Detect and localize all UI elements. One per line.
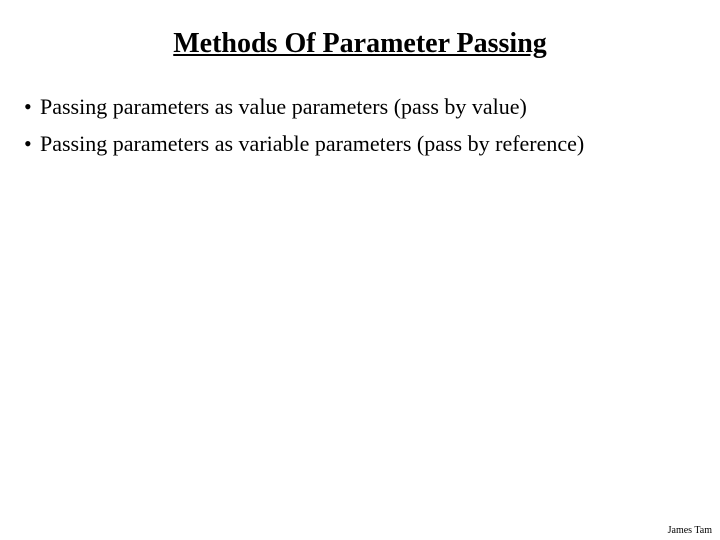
footer-author: James Tam [668,525,712,536]
slide-container: Methods Of Parameter Passing Passing par… [0,0,720,540]
list-item: Passing parameters as variable parameter… [20,127,700,160]
list-item: Passing parameters as value parameters (… [20,90,700,123]
bullet-list: Passing parameters as value parameters (… [20,90,700,160]
slide-title: Methods Of Parameter Passing [20,28,700,60]
